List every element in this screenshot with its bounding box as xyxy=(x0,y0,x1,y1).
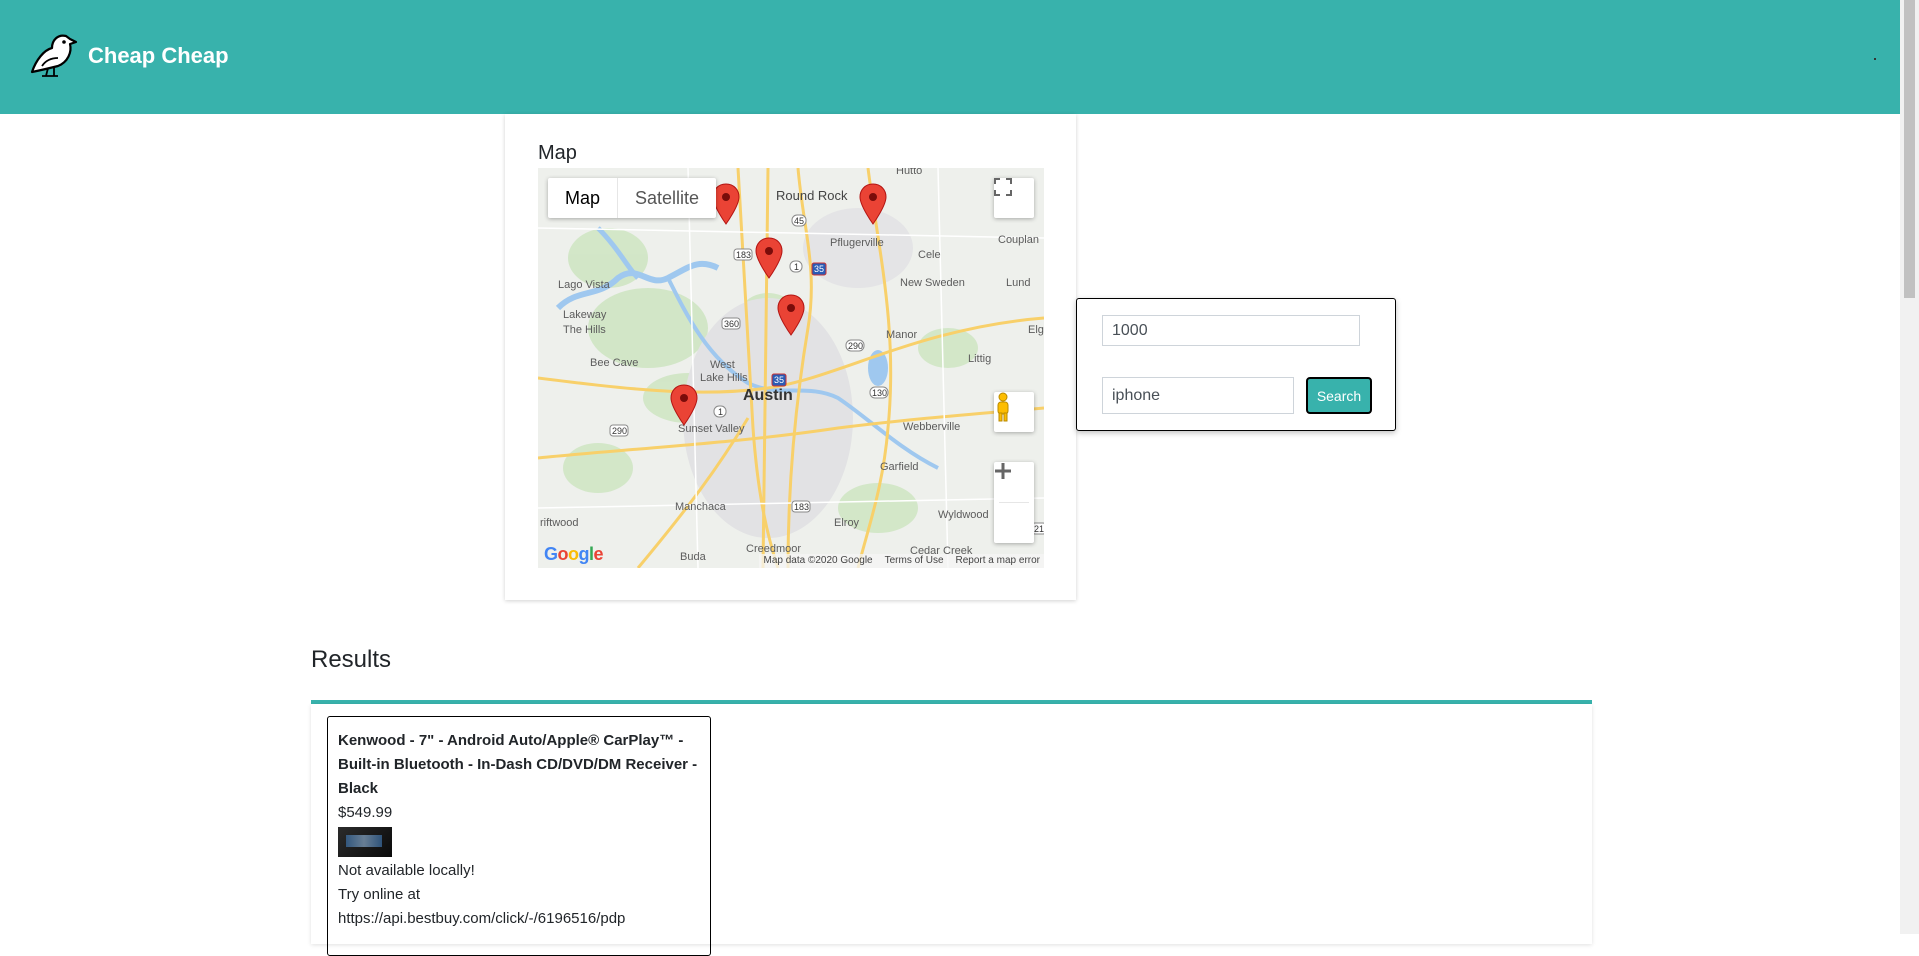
search-card: 1000 iphone Search xyxy=(1076,298,1396,431)
search-query-input[interactable]: iphone xyxy=(1102,377,1294,414)
results-list: Kenwood - 7" - Android Auto/Apple® CarPl… xyxy=(311,704,1592,956)
product-thumbnail[interactable] xyxy=(338,827,392,857)
svg-text:Lund: Lund xyxy=(1006,277,1030,289)
svg-text:Webberville: Webberville xyxy=(903,421,960,433)
zoom-control xyxy=(994,462,1034,543)
zoom-out-button[interactable] xyxy=(994,469,1034,543)
svg-text:35: 35 xyxy=(774,375,784,385)
svg-text:130: 130 xyxy=(872,388,887,398)
map-view[interactable]: Round Rock Pflugerville Hutto Lago Vista… xyxy=(538,168,1044,568)
svg-text:Round Rock: Round Rock xyxy=(776,188,848,203)
page-scrollbar[interactable] xyxy=(1900,0,1919,934)
svg-text:riftwood: riftwood xyxy=(540,517,579,529)
price-input[interactable]: 1000 xyxy=(1102,315,1360,346)
svg-text:Pflugerville: Pflugerville xyxy=(830,237,884,249)
svg-text:Littig: Littig xyxy=(968,353,991,365)
brand-name: Cheap Cheap xyxy=(88,43,229,68)
bird-logo-icon xyxy=(30,34,78,77)
brand[interactable]: Cheap Cheap xyxy=(28,30,229,82)
svg-text:Manor: Manor xyxy=(886,329,918,341)
search-button[interactable]: Search xyxy=(1306,377,1372,414)
online-prefix-text: Try online at xyxy=(338,886,420,903)
svg-text:290: 290 xyxy=(612,426,627,436)
svg-text:Manchaca: Manchaca xyxy=(675,501,727,513)
map-type-control: Map Satellite xyxy=(548,178,717,218)
fullscreen-button[interactable] xyxy=(994,178,1034,218)
map-canvas[interactable]: Round Rock Pflugerville Hutto Lago Vista… xyxy=(538,168,1044,568)
scrollbar-thumb[interactable] xyxy=(1904,0,1915,298)
svg-text:Sunset Valley: Sunset Valley xyxy=(678,423,745,435)
svg-text:Lake Hills: Lake Hills xyxy=(700,372,748,384)
svg-text:1: 1 xyxy=(794,262,799,272)
svg-text:Bee Cave: Bee Cave xyxy=(590,357,638,369)
svg-text:Elroy: Elroy xyxy=(834,517,860,529)
svg-text:Garfield: Garfield xyxy=(880,461,919,473)
product-price: $549.99 xyxy=(338,804,393,821)
svg-text:Elgi: Elgi xyxy=(1028,324,1044,336)
svg-text:Lakeway: Lakeway xyxy=(563,309,607,321)
terms-of-use-link[interactable]: Terms of Use xyxy=(885,554,944,568)
svg-text:Austin: Austin xyxy=(743,387,793,404)
map-card: Map Round Rock Pflugerville Hutto Lago V… xyxy=(505,114,1076,600)
minus-icon xyxy=(995,469,1011,473)
svg-text:1: 1 xyxy=(718,407,723,417)
svg-text:21: 21 xyxy=(1034,524,1044,534)
svg-text:New Sweden: New Sweden xyxy=(900,277,965,289)
svg-text:Buda: Buda xyxy=(680,551,707,563)
svg-text:183: 183 xyxy=(736,250,751,260)
results-title: Results xyxy=(311,646,392,673)
svg-text:290: 290 xyxy=(848,341,863,351)
navbar: Cheap Cheap xyxy=(0,0,1900,114)
fullscreen-icon xyxy=(994,178,1012,196)
google-logo[interactable]: Google xyxy=(544,544,604,565)
svg-text:183: 183 xyxy=(794,502,809,512)
svg-text:West: West xyxy=(710,359,735,371)
product-link[interactable]: https://api.bestbuy.com/click/-/6196516/… xyxy=(338,907,700,931)
availability-text: Not available locally! xyxy=(338,862,475,879)
map-data-credit: Map data ©2020 Google xyxy=(763,555,873,566)
svg-text:Lago Vista: Lago Vista xyxy=(558,279,611,291)
map-type-satellite-button[interactable]: Satellite xyxy=(618,178,716,218)
pegman-icon xyxy=(997,392,1009,422)
street-view-pegman-button[interactable] xyxy=(994,392,1034,432)
svg-text:Couplan: Couplan xyxy=(998,234,1039,246)
product-title: Kenwood - 7" - Android Auto/Apple® CarPl… xyxy=(338,732,698,797)
svg-text:Wyldwood: Wyldwood xyxy=(938,509,989,521)
map-title: Map xyxy=(538,142,577,164)
map-attribution: Map data ©2020 Google Terms of Use Repor… xyxy=(759,554,1044,568)
svg-text:45: 45 xyxy=(794,216,804,226)
nav-dot xyxy=(1874,58,1876,60)
svg-text:35: 35 xyxy=(814,264,824,274)
svg-text:360: 360 xyxy=(724,319,739,329)
result-card[interactable]: Kenwood - 7" - Android Auto/Apple® CarPl… xyxy=(327,716,711,956)
map-type-map-button[interactable]: Map xyxy=(548,178,619,218)
report-map-error-link[interactable]: Report a map error xyxy=(956,554,1040,568)
svg-text:The Hills: The Hills xyxy=(563,324,606,336)
svg-text:Cele: Cele xyxy=(918,249,941,261)
svg-text:Hutto: Hutto xyxy=(896,168,922,177)
